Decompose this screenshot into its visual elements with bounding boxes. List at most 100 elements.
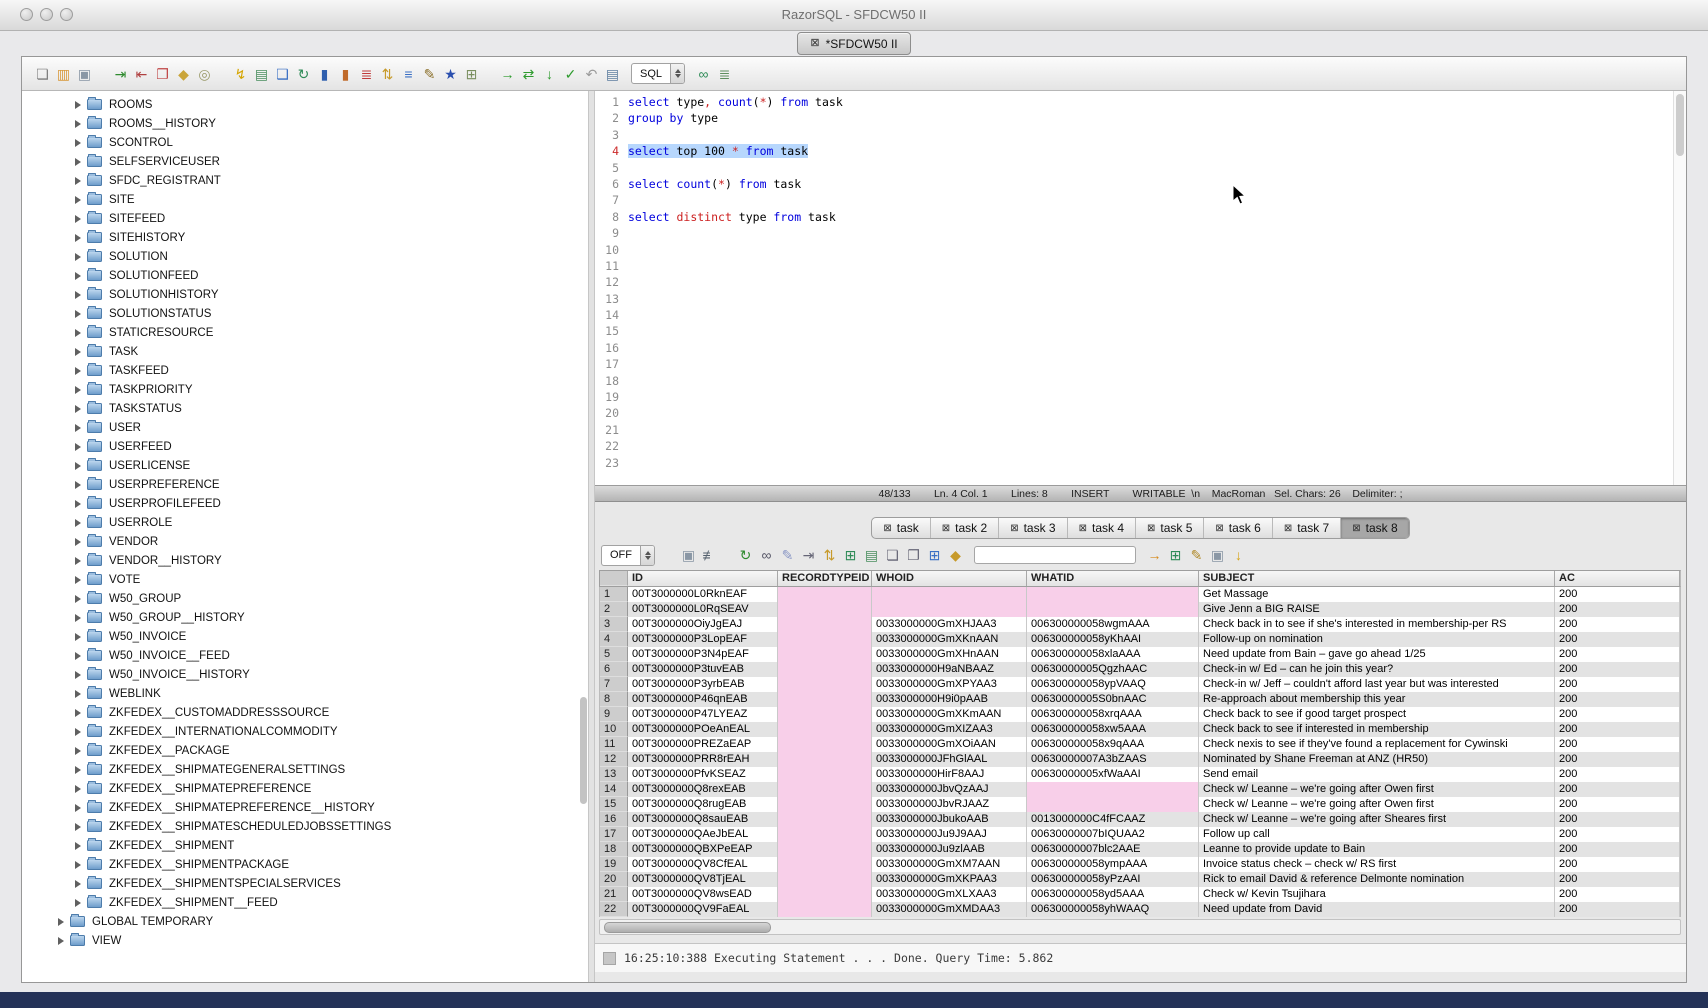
table-cell[interactable]: Check w/ Leanne – we're going after Shea… — [1199, 812, 1555, 827]
save-table-icon[interactable]: ▣ — [1207, 545, 1228, 565]
table-cell[interactable]: Check back to see if good target prospec… — [1199, 707, 1555, 722]
table-cell[interactable]: Check w/ Leanne – we're going after Owen… — [1199, 782, 1555, 797]
table-cell[interactable]: Rick to email David & reference Delmonte… — [1199, 872, 1555, 887]
table-row[interactable]: 400T3000000P3LopEAF0033000000GmXKnAAN006… — [600, 632, 1680, 647]
table-cell[interactable]: 006300000058ympAAA — [1027, 857, 1199, 872]
check-list-icon[interactable]: ▤ — [251, 64, 272, 84]
table-row[interactable]: 700T3000000P3yrbEAB0033000000GmXPYAA3006… — [600, 677, 1680, 692]
code-line[interactable]: select top 100 * from task — [628, 143, 1686, 159]
editor-scrollbar[interactable] — [1673, 91, 1686, 485]
disclosure-triangle-icon[interactable] — [75, 538, 81, 546]
disclosure-triangle-icon[interactable] — [75, 880, 81, 888]
table-cell[interactable]: 0033000000GmXIZAA3 — [872, 722, 1027, 737]
swap-statements-icon[interactable]: ⇄ — [518, 64, 539, 84]
table-row[interactable]: 1700T3000000QAeJbEAL0033000000Ju9J9AAJ00… — [600, 827, 1680, 842]
disclosure-triangle-icon[interactable] — [75, 899, 81, 907]
refresh-results-icon[interactable]: ↻ — [735, 545, 756, 565]
disclosure-triangle-icon[interactable] — [75, 234, 81, 242]
disclosure-triangle-icon[interactable] — [75, 405, 81, 413]
book-blue-icon[interactable]: ▮ — [314, 64, 335, 84]
table-cell[interactable]: 00T3000000Q8sauEAB — [628, 812, 778, 827]
disclosure-triangle-icon[interactable] — [75, 443, 81, 451]
table-cell[interactable]: Send email — [1199, 767, 1555, 782]
edit-list-icon[interactable]: ✎ — [419, 64, 440, 84]
minimize-window-button[interactable] — [40, 8, 53, 21]
insert-row-icon[interactable]: ⇥ — [798, 545, 819, 565]
table-row[interactable]: 1600T3000000Q8sauEAB0033000000JbukoAAB00… — [600, 812, 1680, 827]
tree-item-site[interactable]: SITE — [22, 190, 588, 209]
tree-item-user[interactable]: USER — [22, 418, 588, 437]
table-cell[interactable]: 00630000007A3bZAAS — [1027, 752, 1199, 767]
tree-item-w50_invoice__feed[interactable]: W50_INVOICE__FEED — [22, 646, 588, 665]
zoom-window-button[interactable] — [60, 8, 73, 21]
disclosure-triangle-icon[interactable] — [75, 671, 81, 679]
sql-editor[interactable]: 1234567891011121314151617181920212223 se… — [595, 91, 1686, 485]
tree-item-w50_invoice[interactable]: W50_INVOICE — [22, 627, 588, 646]
select-columns-icon[interactable]: ▤ — [861, 545, 882, 565]
table-cell[interactable]: 00T3000000QAeJbEAL — [628, 827, 778, 842]
table-cell[interactable]: Re-approach about membership this year — [1199, 692, 1555, 707]
tab-close-icon[interactable]: ⊠ — [1352, 523, 1360, 534]
table-row[interactable]: 100T3000000L0RknEAFGet Massage200 — [600, 587, 1680, 602]
filter-results-icon[interactable]: ≢ — [699, 545, 720, 565]
table-cell[interactable] — [778, 677, 872, 692]
table-cell[interactable]: Give Jenn a BIG RAISE — [1199, 602, 1555, 617]
table-cell[interactable]: Invoice status check – check w/ RS first — [1199, 857, 1555, 872]
table-cell[interactable] — [778, 602, 872, 617]
tree-item-solutionhistory[interactable]: SOLUTIONHISTORY — [22, 285, 588, 304]
table-cell[interactable]: 00T3000000QBXPeEAP — [628, 842, 778, 857]
table-cell[interactable]: Leanne to provide update to Bain — [1199, 842, 1555, 857]
tree-item-zkfedex__shipment[interactable]: ZKFEDEX__SHIPMENT — [22, 836, 588, 855]
tree-item-vote[interactable]: VOTE — [22, 570, 588, 589]
table-cell[interactable]: 006300000058xlaAAA — [1027, 647, 1199, 662]
code-line[interactable]: group by type — [628, 110, 1686, 126]
table-cell[interactable] — [778, 767, 872, 782]
results-hscrollbar[interactable] — [599, 919, 1681, 935]
table-row[interactable]: 600T3000000P3tuvEAB0033000000H9aNBAAZ006… — [600, 662, 1680, 677]
tree-item-userrole[interactable]: USERROLE — [22, 513, 588, 532]
table-cell[interactable]: 200 — [1555, 737, 1680, 752]
primary-key-icon[interactable]: ◆ — [945, 545, 966, 565]
table-cell[interactable]: 00T3000000PRR8rEAH — [628, 752, 778, 767]
code-line[interactable] — [628, 192, 1686, 208]
go-next-icon[interactable]: → — [497, 64, 518, 84]
table-cell[interactable]: 0033000000GmXM7AAN — [872, 857, 1027, 872]
tree-item-zkfedex__shipment__feed[interactable]: ZKFEDEX__SHIPMENT__FEED — [22, 893, 588, 912]
table-cell[interactable]: 200 — [1555, 692, 1680, 707]
table-cell[interactable]: 006300000058wgmAAA — [1027, 617, 1199, 632]
error-list-icon[interactable]: ≣ — [356, 64, 377, 84]
tab-close-icon[interactable]: ⊠ — [1147, 523, 1155, 534]
table-cell[interactable] — [778, 587, 872, 602]
disclosure-triangle-icon[interactable] — [75, 348, 81, 356]
table-cell[interactable]: 0033000000GmXMDAA3 — [872, 902, 1027, 917]
table-cell[interactable]: 0033000000H9aNBAAZ — [872, 662, 1027, 677]
table-cell[interactable]: 006300000058xrqAAA — [1027, 707, 1199, 722]
table-cell[interactable] — [1027, 797, 1199, 812]
table-cell[interactable]: Follow up call — [1199, 827, 1555, 842]
disclosure-triangle-icon[interactable] — [75, 253, 81, 261]
disclosure-triangle-icon[interactable] — [75, 101, 81, 109]
table-cell[interactable]: 200 — [1555, 902, 1680, 917]
table-cell[interactable]: 200 — [1555, 632, 1680, 647]
find-next-icon[interactable]: → — [1144, 545, 1165, 565]
disclosure-triangle-icon[interactable] — [75, 367, 81, 375]
db-export-icon[interactable]: ◆ — [173, 64, 194, 84]
tree-item-view[interactable]: VIEW — [22, 931, 588, 950]
connect-import-icon[interactable]: ⇥ — [110, 64, 131, 84]
table-row[interactable]: 2100T3000000QV8wsEAD0033000000GmXLXAA300… — [600, 887, 1680, 902]
tree-item-sitehistory[interactable]: SITEHISTORY — [22, 228, 588, 247]
tree-item-weblink[interactable]: WEBLINK — [22, 684, 588, 703]
table-cell[interactable]: Check-in w/ Jeff – couldn't afford last … — [1199, 677, 1555, 692]
table-cell[interactable] — [778, 632, 872, 647]
table-cell[interactable] — [778, 722, 872, 737]
edit-table-data-icon[interactable]: ⊞ — [1165, 545, 1186, 565]
tree-item-task[interactable]: TASK — [22, 342, 588, 361]
limit-stepper-icon[interactable] — [640, 546, 654, 565]
sql-mode-select[interactable]: SQL — [631, 63, 685, 84]
disclosure-triangle-icon[interactable] — [75, 272, 81, 280]
disclosure-triangle-icon[interactable] — [75, 804, 81, 812]
result-tab-task[interactable]: ⊠task — [872, 518, 929, 538]
tree-item-sitefeed[interactable]: SITEFEED — [22, 209, 588, 228]
disclosure-triangle-icon[interactable] — [75, 139, 81, 147]
tree-item-vendor__history[interactable]: VENDOR__HISTORY — [22, 551, 588, 570]
